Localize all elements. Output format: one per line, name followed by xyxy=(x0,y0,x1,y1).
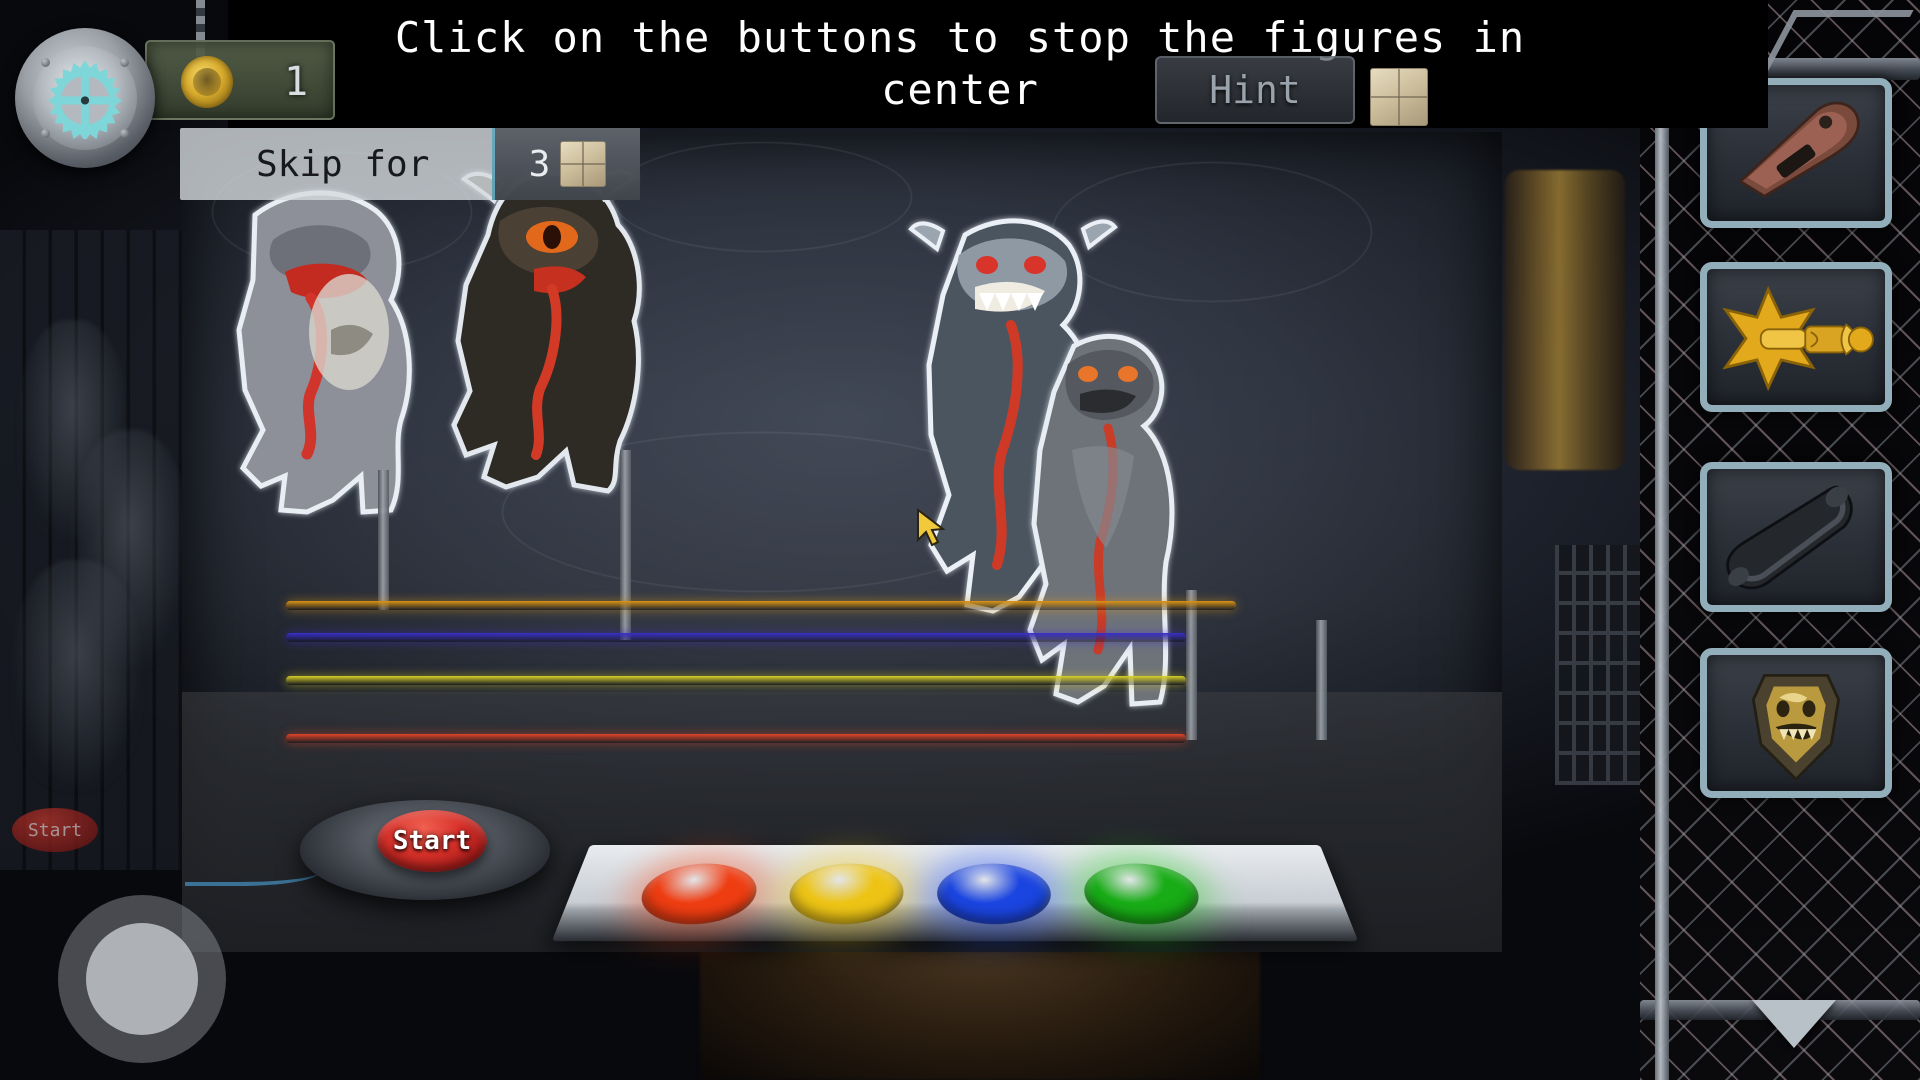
secondary-start-label: Start xyxy=(28,820,82,841)
start-button[interactable]: Start xyxy=(377,810,487,872)
red-button-cap xyxy=(632,864,762,925)
skip-note-icon xyxy=(560,141,606,187)
inventory-scroll-down-button[interactable] xyxy=(1752,1000,1836,1048)
figure-gray-brute xyxy=(1020,330,1195,720)
inventory-item-beast-emblem[interactable] xyxy=(1700,648,1892,798)
hint-note-icon xyxy=(1370,68,1428,126)
inventory-item-gold-scepter[interactable] xyxy=(1700,262,1892,412)
coin-face xyxy=(193,68,221,96)
red-track xyxy=(286,734,1186,743)
hint-button-label: Hint xyxy=(1209,68,1301,112)
button-console xyxy=(552,845,1358,941)
red-button[interactable] xyxy=(632,864,762,925)
bezel-bolt-2 xyxy=(120,58,129,67)
bezel-bolt-3 xyxy=(41,129,50,138)
figure-rod-4 xyxy=(1316,620,1327,740)
background-barrel xyxy=(1505,170,1625,470)
green-button[interactable] xyxy=(1080,864,1205,925)
background-figure-3 xyxy=(12,560,142,790)
yellow-button[interactable] xyxy=(784,864,905,925)
joystick-control[interactable] xyxy=(58,895,226,1063)
secondary-start-button[interactable]: Start xyxy=(12,808,98,852)
game-screen: Start Click on the buttons to stop the f… xyxy=(0,0,1920,1080)
fence-post xyxy=(1655,0,1669,1080)
coin-counter-panel: 1 xyxy=(145,40,335,120)
blue-button[interactable] xyxy=(937,864,1054,925)
figure-horned-beast xyxy=(440,165,655,495)
background-machine xyxy=(700,950,1260,1080)
coin-count: 1 xyxy=(259,50,333,114)
inventory-item-phone-handset[interactable] xyxy=(1700,462,1892,612)
gear-icon xyxy=(44,57,126,139)
yellow-track xyxy=(286,676,1186,685)
skip-label: Skip for xyxy=(180,144,492,185)
figure-rod-3 xyxy=(1186,590,1197,740)
figure-rod-1 xyxy=(378,470,389,610)
yellow-button-cap xyxy=(784,864,905,925)
gold-star-scepter-icon xyxy=(1707,269,1885,408)
skip-cost-group: 3 xyxy=(492,128,640,200)
skip-cost-value: 3 xyxy=(529,144,551,185)
orange-track xyxy=(286,601,1236,610)
joystick-knob[interactable] xyxy=(86,923,198,1035)
phone-handset-icon xyxy=(1707,469,1885,608)
skip-for-button[interactable]: Skip for 3 xyxy=(180,128,640,200)
bezel-bolt-4 xyxy=(120,129,129,138)
green-button-cap xyxy=(1080,864,1205,925)
blue-track xyxy=(286,633,1186,642)
bezel-bolt-1 xyxy=(41,58,50,67)
hint-button[interactable]: Hint xyxy=(1155,56,1355,124)
coin-icon xyxy=(181,56,233,108)
figure-wolf-beast xyxy=(215,180,430,520)
settings-button[interactable] xyxy=(15,28,155,168)
start-button-label: Start xyxy=(393,826,471,856)
blue-button-cap xyxy=(937,864,1054,925)
cobweb-2 xyxy=(612,142,912,252)
figure-rod-2 xyxy=(620,450,631,640)
beast-face-emblem-icon xyxy=(1707,655,1885,794)
